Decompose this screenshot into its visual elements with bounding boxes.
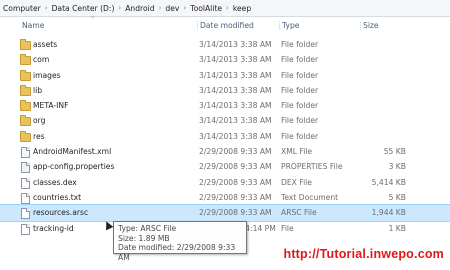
breadcrumb-toolalite[interactable]: ToolAlite	[187, 4, 225, 13]
file-date: 3/14/2013 3:38 AM	[199, 116, 272, 126]
file-row[interactable]: META-INF 3/14/2013 3:38 AM File folder	[0, 98, 450, 113]
file-row[interactable]: classes.dex 2/29/2008 9:33 AM DEX File 5…	[0, 175, 450, 190]
address-bar[interactable]: Computer › Data Center (D:) › Android › …	[0, 0, 450, 17]
file-name: images	[33, 70, 61, 80]
file-type: Text Document	[281, 192, 339, 202]
file-type: File folder	[281, 116, 319, 126]
file-row[interactable]: images 3/14/2013 3:38 AM File folder	[0, 68, 450, 83]
file-name: AndroidManifest.xml	[33, 147, 112, 157]
breadcrumb-keep[interactable]: keep	[230, 4, 254, 13]
file-type: File folder	[281, 70, 319, 80]
file-size: 1,944 KB	[371, 208, 406, 218]
file-type: DEX File	[281, 177, 312, 187]
column-header-date[interactable]: Date modified	[197, 21, 254, 30]
tooltip-size: Size: 1.89 MB	[118, 233, 170, 243]
file-type: File	[281, 223, 294, 233]
xml-file-icon	[21, 147, 30, 159]
file-type: PROPERTIES File	[281, 162, 343, 172]
file-name: app-config.properties	[33, 162, 115, 172]
breadcrumb-android[interactable]: Android	[122, 4, 157, 13]
file-date: 2/29/2008 9:33 AM	[199, 192, 272, 202]
tooltip-date: Date modified: 2/29/2008 9:33 AM	[118, 243, 236, 262]
file-date: 2/29/2008 9:33 AM	[199, 147, 272, 157]
text-file-icon	[21, 192, 30, 204]
file-name: assets	[33, 40, 58, 49]
file-row-selected[interactable]: resources.arsc 2/29/2008 9:33 AM ARSC Fi…	[0, 204, 450, 222]
file-name: META-INF	[33, 101, 69, 111]
file-list: assets 3/14/2013 3:38 AM File folder com…	[0, 37, 450, 236]
file-size: 55 KB	[383, 147, 406, 157]
file-date: 3/14/2013 3:38 AM	[199, 131, 272, 141]
file-name: res	[33, 131, 45, 141]
file-info-tooltip: Type: ARSC File Size: 1.89 MB Date modif…	[113, 221, 247, 262]
file-row[interactable]: res 3/14/2013 3:38 AM File folder	[0, 129, 450, 144]
file-date: 2/29/2008 9:33 AM	[199, 162, 272, 172]
breadcrumb-drive[interactable]: Data Center (D:)	[49, 4, 118, 13]
column-header-size[interactable]: Size	[360, 21, 379, 30]
file-size: 5 KB	[388, 192, 406, 202]
file-date: 3/14/2013 3:38 AM	[199, 101, 272, 111]
file-name: classes.dex	[33, 177, 77, 187]
file-name: lib	[33, 85, 43, 95]
file-size: 3 KB	[388, 162, 406, 172]
tooltip-type: Type: ARSC File	[118, 224, 177, 233]
file-row[interactable]: countries.txt 2/29/2008 9:33 AM Text Doc…	[0, 190, 450, 205]
column-header-type[interactable]: Type	[279, 21, 299, 30]
folder-icon	[20, 54, 31, 66]
file-row[interactable]: app-config.properties 2/29/2008 9:33 AM …	[0, 159, 450, 174]
folder-icon	[20, 39, 31, 50]
file-type: ARSC File	[281, 208, 317, 218]
file-icon	[21, 223, 30, 235]
file-row[interactable]: assets 3/14/2013 3:38 AM File folder	[0, 37, 450, 52]
file-name: countries.txt	[33, 192, 82, 202]
column-header-row: Name Date modified Type Size	[0, 17, 450, 33]
file-row[interactable]: org 3/14/2013 3:38 AM File folder	[0, 113, 450, 128]
file-name: org	[33, 116, 46, 126]
file-date: 3/14/2013 3:38 AM	[199, 85, 272, 95]
file-type: File folder	[281, 40, 319, 49]
file-name: tracking-id	[33, 223, 74, 233]
sort-ascending-icon: ^	[90, 16, 96, 23]
file-name: com	[33, 55, 50, 65]
folder-icon	[20, 115, 31, 127]
dex-file-icon	[21, 177, 30, 189]
file-type: File folder	[281, 101, 319, 111]
folder-icon	[20, 69, 31, 81]
file-row[interactable]: lib 3/14/2013 3:38 AM File folder	[0, 83, 450, 98]
folder-icon	[20, 130, 31, 142]
file-size: 1 KB	[388, 223, 406, 233]
watermark: http://Tutorial.inwepo.com	[283, 247, 444, 261]
file-date: 2/29/2008 9:33 AM	[199, 177, 272, 187]
breadcrumb-computer[interactable]: Computer	[0, 4, 44, 13]
file-date: 3/14/2013 3:38 AM	[199, 55, 272, 65]
file-name: resources.arsc	[33, 208, 89, 218]
folder-icon	[20, 84, 31, 96]
breadcrumb-dev[interactable]: dev	[162, 4, 182, 13]
file-size: 5,414 KB	[371, 177, 406, 187]
file-type: File folder	[281, 131, 319, 141]
file-row[interactable]: com 3/14/2013 3:38 AM File folder	[0, 52, 450, 67]
properties-file-icon	[21, 162, 30, 174]
folder-icon	[20, 100, 31, 112]
file-date: 2/29/2008 9:33 AM	[199, 208, 272, 218]
file-row[interactable]: AndroidManifest.xml 2/29/2008 9:33 AM XM…	[0, 144, 450, 159]
file-date: 3/14/2013 3:38 AM	[199, 40, 272, 49]
column-header-name[interactable]: Name	[20, 21, 44, 30]
file-type: File folder	[281, 85, 319, 95]
file-type: File folder	[281, 55, 319, 65]
file-type: XML File	[281, 147, 313, 157]
file-date: 3/14/2013 3:38 AM	[199, 70, 272, 80]
arsc-file-icon	[21, 208, 30, 220]
